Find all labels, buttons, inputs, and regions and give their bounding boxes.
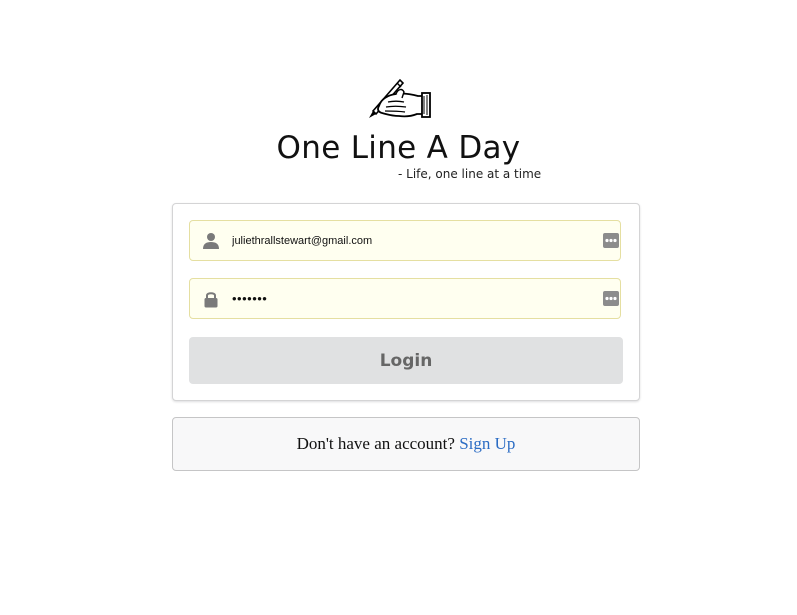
- login-form: Login: [172, 203, 640, 401]
- keychain-icon[interactable]: [603, 233, 619, 248]
- password-input[interactable]: [232, 279, 592, 318]
- login-page: One Line A Day - Life, one line at a tim…: [0, 0, 797, 615]
- hand-writing-with-pen-icon: [369, 78, 431, 118]
- email-input[interactable]: [232, 221, 592, 260]
- signup-link[interactable]: Sign Up: [459, 434, 515, 453]
- password-field[interactable]: [189, 278, 621, 319]
- app-title: One Line A Day: [276, 130, 521, 166]
- keychain-icon[interactable]: [603, 291, 619, 306]
- signup-prompt-box: Don't have an account? Sign Up: [172, 417, 640, 471]
- email-field[interactable]: [189, 220, 621, 261]
- lock-icon: [204, 292, 218, 308]
- login-button[interactable]: Login: [189, 337, 623, 384]
- app-tagline: - Life, one line at a time: [398, 167, 542, 181]
- user-icon: [203, 233, 219, 249]
- signup-prompt-text: Don't have an account?: [296, 434, 455, 453]
